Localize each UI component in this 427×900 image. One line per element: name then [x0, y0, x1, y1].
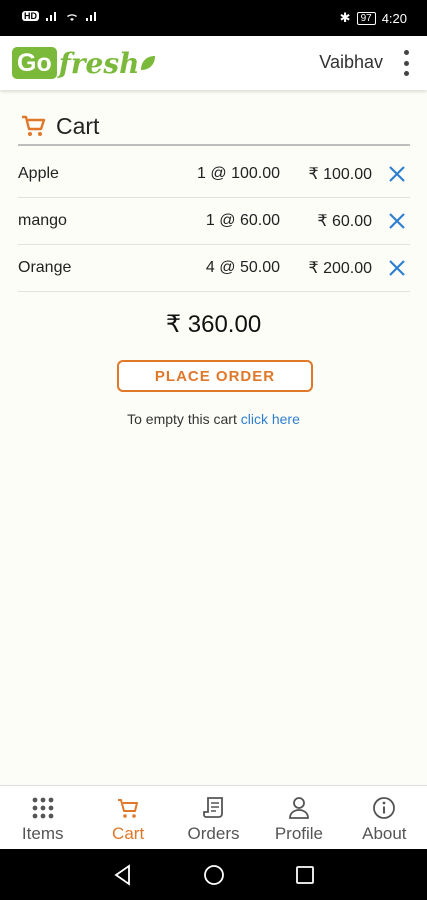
grand-total: ₹ 360.00	[165, 311, 262, 338]
empty-cart-link[interactable]: click here	[241, 411, 300, 427]
place-order-button[interactable]: PLACE ORDER	[117, 360, 313, 392]
receipt-icon	[202, 797, 223, 818]
empty-cart-note: To empty this cart click here	[0, 411, 427, 427]
grid-icon	[32, 797, 54, 819]
item-total: ₹ 100.00	[308, 166, 372, 183]
cart-row: Orange 4 @ 50.00 ₹ 200.00	[18, 245, 410, 292]
nav-label: Orders	[187, 824, 240, 843]
status-left: HD	[22, 10, 99, 22]
empty-cart-text: To empty this cart	[127, 411, 237, 427]
status-right: ✱ 97 4:20	[340, 10, 407, 26]
kebab-dot	[403, 60, 409, 66]
logo-fresh: fresh	[58, 46, 140, 80]
item-name: Apple	[18, 165, 59, 182]
nav-label: Profile	[274, 824, 324, 843]
home-icon[interactable]	[203, 864, 225, 886]
user-name[interactable]: Vaibhav	[319, 52, 383, 73]
cart-icon	[22, 115, 46, 136]
nav-item-profile[interactable]: Profile	[256, 786, 341, 849]
cart-icon	[118, 799, 139, 818]
item-qty-price: 1 @ 100.00	[197, 165, 280, 182]
page-title: Cart	[56, 112, 100, 139]
back-icon[interactable]	[112, 864, 134, 886]
system-nav-bar	[0, 849, 427, 900]
item-total: ₹ 200.00	[308, 260, 372, 277]
nav-label: About	[362, 824, 407, 843]
item-name: mango	[18, 212, 67, 229]
item-total: ₹ 60.00	[317, 213, 372, 230]
person-icon	[289, 797, 309, 819]
hd-badge: HD	[22, 11, 39, 21]
nav-label: Items	[21, 824, 64, 843]
cart-items-list: Apple 1 @ 100.00 ₹ 100.00 mango 1 @ 60.0…	[18, 151, 410, 292]
leaf-icon	[141, 56, 156, 70]
nav-item-about[interactable]: About	[342, 786, 427, 849]
nav-item-cart[interactable]: Cart	[85, 786, 170, 849]
remove-item-icon[interactable]	[388, 212, 406, 230]
wifi-icon	[67, 14, 77, 21]
gofresh-logo: Go fresh	[12, 45, 157, 81]
kebab-menu-icon[interactable]	[401, 50, 411, 76]
item-name: Orange	[18, 259, 72, 276]
nav-item-items[interactable]: Items	[0, 786, 85, 849]
recents-icon[interactable]	[294, 864, 316, 886]
status-bar: HD ✱ 97 4:20	[0, 0, 427, 36]
battery-indicator: 97	[356, 11, 376, 25]
nav-label: Cart	[112, 824, 145, 843]
remove-item-icon[interactable]	[388, 259, 406, 277]
logo-go: Go	[12, 47, 57, 79]
status-time: 4:20	[381, 10, 407, 26]
signal-icon-2	[86, 12, 96, 21]
nav-item-orders[interactable]: Orders	[171, 786, 256, 849]
info-icon	[373, 797, 396, 819]
signal-icon	[46, 12, 56, 21]
bluetooth-icon: ✱	[339, 10, 351, 25]
cart-row: Apple 1 @ 100.00 ₹ 100.00	[18, 151, 410, 198]
bottom-nav: Items Cart Orders Profile About	[0, 785, 427, 849]
kebab-dot	[403, 50, 409, 55]
remove-item-icon[interactable]	[388, 165, 406, 183]
kebab-dot	[403, 71, 409, 76]
item-qty-price: 4 @ 50.00	[205, 259, 280, 276]
cart-row: mango 1 @ 60.00 ₹ 60.00	[18, 198, 410, 245]
cart-header: Cart	[18, 108, 410, 146]
app-bar: Go fresh Vaibhav	[0, 36, 427, 90]
item-qty-price: 1 @ 60.00	[205, 212, 280, 229]
